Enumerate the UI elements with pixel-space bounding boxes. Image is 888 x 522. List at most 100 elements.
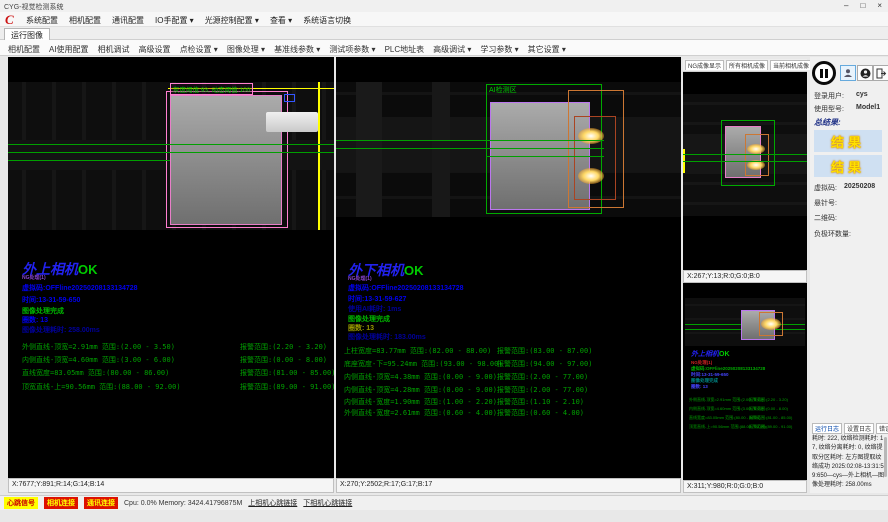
model-label: 使用型号: (814, 104, 844, 114)
user-button[interactable] (840, 65, 856, 81)
tool-camera-debug[interactable]: 相机调试 (98, 44, 130, 55)
tab-ng-display[interactable]: NG成像显示 (685, 60, 724, 70)
tool-camera-config[interactable]: 相机配置 (8, 44, 40, 55)
center-measure-alarm: 报警范围:(2.00 - 77.00) (497, 372, 588, 382)
tool-test-params[interactable]: 测试项参数 ▾ (329, 44, 375, 55)
tool-baseline-params[interactable]: 基准线参数 ▾ (274, 44, 320, 55)
center-measure-alarm: 报警范围:(2.00 - 77.00) (497, 385, 588, 395)
right-sidebar: 登录用户: cys 使用型号: Model1 总结果: 结果 结果 虚拟码: 2… (810, 57, 888, 493)
camera-link-badge: 相机连接 (44, 497, 78, 509)
log-scrollbar[interactable] (884, 437, 887, 477)
tool-learning-params[interactable]: 学习参数 ▾ (480, 44, 518, 55)
measure-line-1 (683, 154, 807, 155)
bottom-camera-heartbeat-link[interactable]: 下相机心跳链接 (303, 498, 352, 508)
tab-all-cameras[interactable]: 所有相机成像 (726, 60, 768, 70)
measure-line-2 (683, 161, 807, 162)
menu-view[interactable]: 查看 ▾ (270, 15, 292, 26)
left-camera-panel[interactable]: 灰度阈值:93, 动态阈值:100 外上相机OK NG处理(1) 虚拟码:OFF… (8, 57, 334, 478)
thumbnail-bottom-image (685, 298, 805, 346)
maximize-button[interactable]: □ (860, 1, 865, 10)
menu-light-config[interactable]: 光源控制配置 ▾ (205, 15, 259, 26)
center-camera-panel[interactable]: AI检测区 外下相机OK NG处理(1) 虚拟码:OFFline20250208… (336, 57, 681, 478)
thumbnail-top-status: X:267;Y:13;R:0;G:0;B:0 (683, 270, 807, 283)
tool-advanced-settings[interactable]: 高级设置 (139, 44, 171, 55)
center-measure-row: 底座宽度-下=95.24mm 范围:(93.00 - 98.00) (344, 359, 503, 369)
mini-camera-name: 外上相机 (691, 350, 719, 358)
center-measure-row: 内侧直线-顶宽=4.38mm 范围:(0.00 - 9.00) (344, 372, 497, 382)
left-count: 圈数: 13 (22, 315, 48, 325)
user-icon (843, 68, 853, 78)
menu-camera-config[interactable]: 相机配置 (69, 15, 101, 26)
mini-camera-title: 外上相机OK (691, 349, 730, 359)
title-bar: CYG-视觉检测系统 – □ × (0, 0, 888, 12)
menu-io-config[interactable]: IO手配置 ▾ (155, 15, 194, 26)
pause-button[interactable] (812, 61, 836, 85)
close-button[interactable]: × (877, 1, 882, 10)
tab-run-log[interactable]: 运行日志 (812, 423, 842, 434)
toolbar: 相机配置 AI使用配置 相机调试 高级设置 点检设置 ▾ 图像处理 ▾ 基准线参… (0, 40, 888, 56)
menu-system-config[interactable]: 系统配置 (26, 15, 58, 26)
measure-line-3 (486, 156, 604, 157)
tool-other-settings[interactable]: 其它设置 ▾ (528, 44, 566, 55)
mini-measure-alarm: 报警范围:(89.00 - 91.00) (749, 424, 792, 430)
tab-current-camera[interactable]: 当前相机成像 (770, 60, 812, 70)
left-measure-row: 内侧直线-顶宽=4.60mm 范围:(3.00 - 6.00) (22, 355, 175, 365)
left-ng-note: NG处理(1) (22, 274, 46, 281)
menu-items: 系统配置 相机配置 通讯配置 IO手配置 ▾ 光源控制配置 ▾ 查看 ▾ 系统语… (26, 15, 351, 26)
center-ai-time: 使用AI耗时: 1ms (348, 304, 401, 314)
left-camera-image: 灰度阈值:93, 动态阈值:100 (8, 82, 334, 230)
machine-column (356, 82, 382, 217)
tool-advanced-debug[interactable]: 高级调试 ▾ (433, 44, 471, 55)
center-measure-row: 内侧直线-宽度=1.90mm 范围:(1.00 - 2.20) (344, 397, 497, 407)
toolbar-items: 相机配置 AI使用配置 相机调试 高级设置 点检设置 ▾ 图像处理 ▾ 基准线参… (8, 44, 566, 55)
virtual-code-label: 虚拟码: (814, 183, 837, 193)
result-box-1: 结果 (814, 130, 882, 152)
threshold-label: 灰度阈值:93, 动态阈值:100 (170, 83, 253, 95)
tab-error-log[interactable]: 错误日志 (876, 423, 888, 434)
mini-result-ok: OK (719, 351, 730, 358)
window-title: CYG-视觉检测系统 (4, 2, 64, 12)
model-value: Model1 (856, 104, 880, 111)
thumbnail-top[interactable] (683, 72, 807, 270)
virtual-code-value: 20250208 (844, 183, 875, 190)
tool-image-processing[interactable]: 图像处理 ▾ (227, 44, 265, 55)
app-logo-icon: C (5, 12, 14, 28)
left-coordinates-status: X:7677;Y:891;R:14;G:14;B:14 (8, 478, 334, 493)
center-measure-alarm: 报警范围:(94.00 - 97.00) (497, 359, 592, 369)
measure-line-2 (336, 148, 604, 149)
login-user-label: 登录用户: (814, 91, 844, 101)
bright-spot (747, 144, 765, 154)
left-measure-alarm: 报警范围:(81.00 - 85.00) (240, 368, 334, 378)
measure-line-1 (336, 140, 604, 141)
ai-zone-label: AI检测区 (489, 85, 517, 95)
center-measure-alarm: 报警范围:(83.00 - 87.00) (497, 346, 592, 356)
tab-settings-log[interactable]: 设置日志 (844, 423, 874, 434)
menu-comm-config[interactable]: 通讯配置 (112, 15, 144, 26)
tool-spotcheck-settings[interactable]: 点检设置 ▾ (180, 44, 218, 55)
comm-link-badge: 通讯连接 (84, 497, 118, 509)
thumbnail-bottom[interactable]: 外上相机OK NG处理(1) 虚拟码:OFFline20250208133134… (683, 283, 807, 480)
tool-ai-config[interactable]: AI使用配置 (49, 44, 89, 55)
bright-spot (578, 128, 604, 144)
thumbnail-bottom-status: X:311;Y:980;R:0;G:0;B:0 (683, 480, 807, 493)
bright-spot (761, 318, 781, 330)
blue-marker-box (284, 94, 295, 102)
measure-line-3 (8, 160, 170, 161)
logout-button[interactable] (873, 65, 888, 81)
tool-plc-address[interactable]: PLC地址表 (385, 44, 425, 55)
result-box-2: 结果 (814, 155, 882, 177)
center-coordinates-status: X:270;Y:2502;R:17;G:17;B:17 (336, 478, 681, 493)
cpu-memory-text: Cpu: 0.0% Memory: 3424.41796875M (124, 500, 242, 507)
heartbeat-badge: 心跳信号 (4, 497, 38, 509)
menu-language-switch[interactable]: 系统语言切换 (303, 15, 351, 26)
pause-icon (820, 69, 828, 78)
logout-door-icon (876, 68, 887, 79)
account-button[interactable] (857, 65, 873, 81)
top-camera-heartbeat-link[interactable]: 上相机心跳链接 (248, 498, 297, 508)
center-elapsed: 图像处理耗时: 183.00ms (348, 332, 426, 342)
log-tabs: 运行日志 设置日志 错误日志 (812, 423, 888, 434)
minimize-button[interactable]: – (844, 1, 848, 10)
center-barcode: 虚拟码:OFFline20250208133134728 (348, 283, 464, 293)
measure-line-2 (8, 152, 334, 153)
result-box-1-text: 结果 (831, 132, 865, 151)
